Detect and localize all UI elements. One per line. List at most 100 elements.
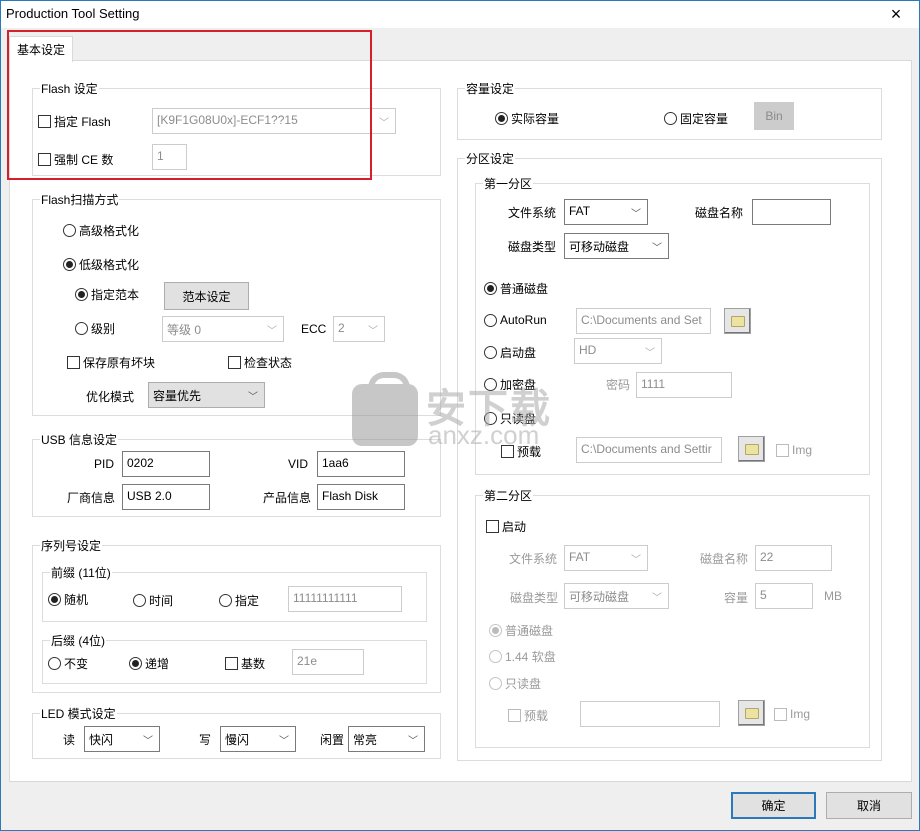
base-checkbox[interactable]: 基数 — [225, 655, 265, 672]
disk-type-select[interactable]: 可移动磁盘 ﹀ — [564, 233, 669, 259]
second-fs-select[interactable]: FAT ﹀ — [564, 545, 648, 571]
second-partition-group: 第二分区 启动 文件系统 FAT ﹀ 磁盘名称 22 磁盘类型 可移动磁盘 ﹀ 容量… — [475, 487, 870, 748]
second-preload-checkbox[interactable]: 预载 — [508, 707, 548, 724]
bin-button[interactable]: Bin — [754, 102, 794, 130]
second-disk-name-label: 磁盘名称 — [700, 552, 749, 566]
chevron-down-icon: ﹀ — [368, 326, 378, 337]
chevron-down-icon: ﹀ — [279, 736, 289, 747]
level-radio[interactable]: 级别 — [75, 320, 115, 337]
vid-label: VID — [288, 457, 309, 471]
specify-flash-checkbox[interactable]: 指定 Flash — [38, 113, 111, 130]
led-write-label: 写 — [199, 733, 212, 747]
window-title: Production Tool Setting — [6, 6, 140, 21]
folder-icon — [744, 443, 759, 455]
ce-count-input[interactable]: 1 — [152, 144, 187, 170]
second-img-checkbox[interactable]: Img — [774, 707, 810, 721]
preload-browse-button[interactable] — [738, 436, 765, 462]
optimize-mode-select[interactable]: 容量优先 ﹀ — [148, 382, 265, 408]
encrypted-disk-radio[interactable]: 加密盘 — [484, 376, 536, 393]
readonly-disk-radio[interactable]: 只读盘 — [484, 410, 536, 427]
autorun-browse-button[interactable] — [724, 308, 751, 334]
chevron-down-icon: ﹀ — [143, 736, 153, 747]
second-disk-name-input[interactable]: 22 — [755, 545, 832, 571]
low-format-radio[interactable]: 低级格式化 — [63, 256, 139, 273]
checkbox-box[interactable] — [38, 115, 51, 128]
led-read-select[interactable]: 快闪 ﹀ — [84, 726, 160, 752]
chevron-down-icon: ﹀ — [408, 736, 418, 747]
keep-bad-blocks-checkbox[interactable]: 保存原有坏块 — [67, 354, 155, 371]
preload-path-input[interactable]: C:\Documents and Settir — [576, 437, 722, 463]
second-preload-path-input[interactable] — [580, 701, 720, 727]
suffix-group: 后缀 (4位) 不变 递增 基数 21e — [42, 632, 427, 684]
chevron-down-icon: ﹀ — [645, 348, 655, 359]
checkbox-box[interactable] — [38, 153, 51, 166]
optimize-mode-label: 优化模式 — [86, 390, 135, 404]
disk-name-label: 磁盘名称 — [695, 206, 744, 220]
base-value-input[interactable]: 21e — [292, 649, 364, 675]
second-disk-type-select[interactable]: 可移动磁盘 ﹀ — [564, 583, 669, 609]
boot-type-select[interactable]: HD ﹀ — [574, 338, 662, 364]
second-enable-checkbox[interactable]: 启动 — [486, 518, 526, 535]
vendor-input[interactable]: USB 2.0 — [122, 484, 210, 510]
led-write-select[interactable]: 慢闪 ﹀ — [220, 726, 296, 752]
chevron-down-icon: ﹀ — [631, 209, 641, 220]
second-normal-radio[interactable]: 普通磁盘 — [489, 622, 553, 639]
second-size-unit: MB — [824, 589, 842, 603]
force-ce-checkbox[interactable]: 强制 CE 数 — [38, 151, 113, 168]
prefix-value-input[interactable]: 11111111111 — [288, 586, 402, 612]
second-size-input[interactable]: 5 — [755, 583, 813, 609]
template-settings-button[interactable]: 范本设定 — [164, 282, 249, 310]
autorun-radio[interactable]: AutoRun — [484, 313, 547, 327]
serial-legend: 序列号设定 — [40, 537, 103, 554]
pid-label: PID — [94, 457, 115, 471]
pid-input[interactable]: 0202 — [122, 451, 210, 477]
prefix-specify-radio[interactable]: 指定 — [219, 592, 259, 609]
flash-settings-group: Flash 设定 指定 Flash [K9F1G08U0x]-ECF1??15 ﹀… — [32, 80, 441, 176]
folder-icon — [730, 315, 745, 327]
specify-template-radio[interactable]: 指定范本 — [75, 286, 139, 303]
serial-group: 序列号设定 前缀 (11位) 随机 时间 指定 11111111111 后缀 (… — [32, 537, 441, 693]
second-partition-legend: 第二分区 — [483, 487, 534, 504]
fs-select[interactable]: FAT ﹀ — [564, 199, 648, 225]
second-readonly-radio[interactable]: 只读盘 — [489, 675, 541, 692]
check-status-checkbox[interactable]: 检查状态 — [228, 354, 292, 371]
prefix-legend: 前缀 (11位) — [50, 564, 112, 581]
close-button[interactable]: × — [873, 1, 919, 28]
disk-name-input[interactable] — [752, 199, 831, 225]
tab-strip: 基本设定 — [1, 28, 919, 62]
level-select[interactable]: 等级 0 ﹀ — [162, 316, 284, 342]
actual-capacity-radio[interactable]: 实际容量 — [495, 110, 559, 127]
boot-disk-radio[interactable]: 启动盘 — [484, 344, 536, 361]
usb-info-legend: USB 信息设定 — [40, 431, 119, 448]
ok-button[interactable]: 确定 — [731, 792, 816, 819]
close-icon: × — [890, 4, 902, 24]
capacity-legend: 容量设定 — [465, 80, 516, 97]
high-format-radio[interactable]: 高级格式化 — [63, 222, 139, 239]
led-legend: LED 模式设定 — [40, 705, 117, 722]
suffix-increment-radio[interactable]: 递增 — [129, 655, 169, 672]
cancel-button[interactable]: 取消 — [826, 792, 912, 819]
chevron-down-icon: ﹀ — [652, 593, 662, 604]
chevron-down-icon: ﹀ — [631, 555, 641, 566]
fixed-capacity-radio[interactable]: 固定容量 — [664, 110, 728, 127]
password-input[interactable]: 1111 — [636, 372, 732, 398]
first-partition-legend: 第一分区 — [483, 175, 534, 192]
ecc-select[interactable]: 2 ﹀ — [333, 316, 385, 342]
led-idle-select[interactable]: 常亮 ﹀ — [348, 726, 425, 752]
product-input[interactable]: Flash Disk — [317, 484, 405, 510]
capacity-group: 容量设定 实际容量 固定容量 Bin — [457, 80, 882, 140]
second-floppy-radio[interactable]: 1.44 软盘 — [489, 648, 556, 665]
led-read-label: 读 — [63, 733, 76, 747]
prefix-time-radio[interactable]: 时间 — [133, 592, 173, 609]
img-checkbox[interactable]: Img — [776, 443, 812, 457]
vid-input[interactable]: 1aa6 — [317, 451, 405, 477]
suffix-fixed-radio[interactable]: 不变 — [48, 655, 88, 672]
flash-scan-group: Flash扫描方式 高级格式化 低级格式化 指定范本 范本设定 级别 等级 0 ﹀… — [32, 191, 441, 416]
prefix-random-radio[interactable]: 随机 — [48, 591, 88, 608]
tab-basic-settings[interactable]: 基本设定 — [9, 36, 74, 62]
preload-checkbox[interactable]: 预载 — [501, 443, 541, 460]
second-preload-browse-button[interactable] — [738, 700, 765, 726]
autorun-path-input[interactable]: C:\Documents and Set — [576, 308, 711, 334]
normal-disk-radio[interactable]: 普通磁盘 — [484, 280, 548, 297]
flash-model-select[interactable]: [K9F1G08U0x]-ECF1??15 ﹀ — [152, 108, 396, 134]
